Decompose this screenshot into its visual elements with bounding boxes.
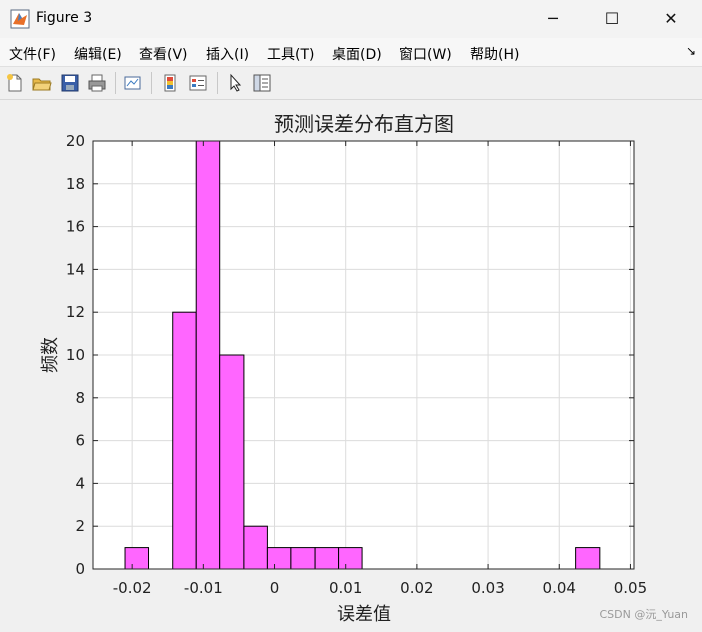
- menu-desktop[interactable]: 桌面(D): [332, 44, 382, 64]
- histogram-bar: [195, 140, 221, 570]
- new-figure-icon[interactable]: [5, 73, 25, 93]
- window-titlebar: Figure 3 ─ ☐ ✕: [0, 0, 702, 38]
- menu-bar: 文件(F) 编辑(E) 查看(V) 插入(I) 工具(T) 桌面(D) 窗口(W…: [0, 38, 702, 67]
- y-tick-label: 12: [66, 303, 85, 321]
- menu-file[interactable]: 文件(F): [9, 44, 56, 64]
- y-tick-label: 6: [75, 432, 85, 450]
- x-tick-label: 0.05: [614, 579, 647, 597]
- histogram-bar: [172, 311, 197, 570]
- menu-insert[interactable]: 插入(I): [206, 44, 249, 64]
- toolbar-separator: [115, 72, 116, 94]
- histogram-bar: [124, 547, 150, 570]
- watermark: CSDN @沅_Yuan: [599, 608, 689, 621]
- y-axis-label: 频数: [40, 337, 61, 373]
- window-title: Figure 3: [36, 10, 93, 26]
- maximize-button[interactable]: ☐: [589, 0, 635, 38]
- menu-tools[interactable]: 工具(T): [267, 44, 314, 64]
- toolbar-separator: [217, 72, 218, 94]
- menu-overflow-icon[interactable]: ↘: [686, 44, 696, 58]
- y-tick-label: 18: [66, 175, 85, 193]
- x-axis-label: 误差值: [337, 604, 391, 625]
- histogram-bar: [338, 547, 363, 570]
- figure-area: 预测误差分布直方图 -0.02 -0.01 0 0.01 0.02 0.03 0.04 0.0…: [0, 100, 702, 628]
- histogram-bar: [243, 525, 268, 570]
- menu-view[interactable]: 查看(V): [139, 44, 188, 64]
- legend-icon[interactable]: [188, 73, 208, 93]
- y-tick-label: 2: [75, 517, 85, 535]
- menu-edit[interactable]: 编辑(E): [74, 44, 122, 64]
- open-file-icon[interactable]: [32, 73, 52, 93]
- y-tick-label: 8: [75, 389, 85, 407]
- histogram-chart: 预测误差分布直方图 -0.02 -0.01 0 0.01 0.02 0.03 0.04 0.0…: [40, 112, 647, 625]
- link-plot-icon[interactable]: [123, 73, 143, 93]
- menu-window[interactable]: 窗口(W): [399, 44, 452, 64]
- y-tick-label: 4: [75, 474, 85, 492]
- y-tick-label: 14: [66, 260, 85, 278]
- matlab-app-icon: [10, 9, 30, 29]
- pointer-icon[interactable]: [226, 73, 246, 93]
- histogram-bar: [266, 547, 292, 570]
- x-tick-label: 0.02: [400, 579, 433, 597]
- toolbar-separator: [151, 72, 152, 94]
- x-tick-label: 0.03: [471, 579, 504, 597]
- colorbar-icon[interactable]: [160, 73, 180, 93]
- close-button[interactable]: ✕: [648, 0, 694, 38]
- y-tick-label: 10: [66, 346, 85, 364]
- histogram-bar: [219, 354, 245, 570]
- y-tick-label: 16: [66, 218, 85, 236]
- print-icon[interactable]: [87, 73, 107, 93]
- x-tick-label: 0: [270, 579, 280, 597]
- menu-help[interactable]: 帮助(H): [470, 44, 519, 64]
- y-tick-label: 20: [66, 132, 85, 150]
- toolbar: [0, 67, 702, 100]
- x-tick-label: -0.01: [184, 579, 223, 597]
- minimize-button[interactable]: ─: [530, 0, 576, 38]
- x-tick-label: 0.01: [329, 579, 362, 597]
- y-tick-label: 0: [75, 560, 85, 578]
- histogram-bar: [290, 547, 316, 570]
- chart-title: 预测误差分布直方图: [274, 112, 454, 136]
- x-tick-label: -0.02: [113, 579, 152, 597]
- property-editor-icon[interactable]: [252, 73, 272, 93]
- save-icon[interactable]: [60, 73, 80, 93]
- histogram-bar: [575, 547, 601, 570]
- histogram-bar: [314, 547, 340, 570]
- x-tick-label: 0.04: [543, 579, 576, 597]
